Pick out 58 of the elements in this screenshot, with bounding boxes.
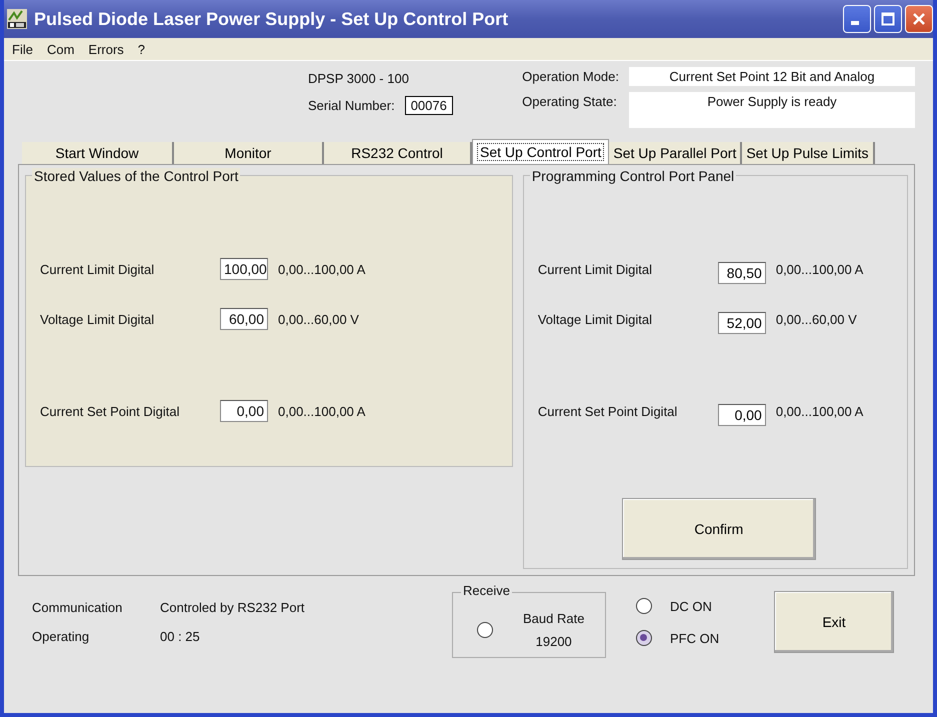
tab[interactable]: Set Up Pulse Limits (742, 142, 875, 164)
input-field[interactable]: 0,00 (718, 404, 766, 426)
minimize-button[interactable] (843, 5, 871, 33)
state-label: Operating State: (522, 93, 618, 111)
baud-rate-label: Baud Rate (523, 611, 584, 626)
maximize-button[interactable] (874, 5, 902, 33)
radio-label: PFC ON (670, 630, 720, 646)
confirm-button[interactable]: Confirm (622, 498, 816, 560)
range-label: 0,00...100,00 A (278, 404, 366, 418)
mode-label: Operation Mode: (522, 68, 619, 86)
group-title: Programming Control Port Panel (530, 168, 736, 184)
field-label: Current Set Point Digital (538, 404, 678, 418)
window-title: Pulsed Diode Laser Power Supply - Set Up Control Port (34, 8, 510, 30)
value-field: 60,00 (220, 308, 268, 330)
input-field[interactable]: 80,50 (718, 262, 766, 284)
menu-item[interactable]: ? (138, 42, 146, 56)
tab[interactable]: RS232 Control (324, 142, 472, 164)
radio-button[interactable] (636, 598, 652, 614)
range-label: 0,00...100,00 A (776, 262, 864, 276)
range-label: 0,00...100,00 A (278, 262, 366, 276)
status-label: Operating (32, 629, 90, 644)
group-title: Receive (461, 583, 512, 598)
status-value: 00 : 25 (160, 629, 201, 644)
status-label: Communication (32, 600, 124, 615)
range-label: 0,00...100,00 A (776, 404, 864, 418)
range-label: 0,00...60,00 V (776, 312, 857, 326)
close-button[interactable] (905, 5, 933, 33)
menu-item[interactable]: File (12, 42, 33, 56)
value-field: 0,00 (220, 400, 268, 422)
state-value: Power Supply is ready (629, 92, 915, 128)
app-icon (6, 8, 28, 30)
radio-button[interactable] (636, 630, 652, 646)
maximize-icon (881, 12, 895, 26)
field-label: Current Limit Digital (40, 262, 156, 276)
field-label: Current Limit Digital (538, 262, 653, 276)
tab[interactable]: Set Up Parallel Port (609, 142, 742, 164)
tab[interactable]: Monitor (174, 142, 324, 164)
radio-label: DC ON (670, 598, 712, 614)
model-label: DPSP 3000 - 100 (308, 71, 410, 86)
group-title: Stored Values of the Control Port (32, 168, 240, 184)
menu-item[interactable]: Errors (88, 42, 124, 56)
field-label: Voltage Limit Digital (538, 312, 654, 326)
serial-label: Serial Number: (308, 98, 395, 113)
status-value: Controled by RS232 Port (160, 600, 306, 615)
menu-item[interactable]: Com (46, 42, 74, 56)
value-field: 100,00 (220, 258, 268, 280)
close-icon (912, 12, 926, 26)
serial-number: 00076 (404, 96, 453, 115)
input-field[interactable]: 52,00 (718, 312, 766, 334)
tab[interactable]: Start Window (22, 142, 174, 164)
mode-value: Current Set Point 12 Bit and Analog (629, 67, 915, 86)
tab[interactable]: Set Up Control Port (472, 139, 610, 164)
exit-button[interactable]: Exit (774, 591, 894, 653)
baud-rate-value: 19200 (536, 634, 572, 649)
field-label: Current Set Point Digital (40, 404, 180, 418)
minimize-icon (851, 21, 859, 25)
field-label: Voltage Limit Digital (40, 312, 156, 326)
range-label: 0,00...60,00 V (278, 312, 359, 326)
